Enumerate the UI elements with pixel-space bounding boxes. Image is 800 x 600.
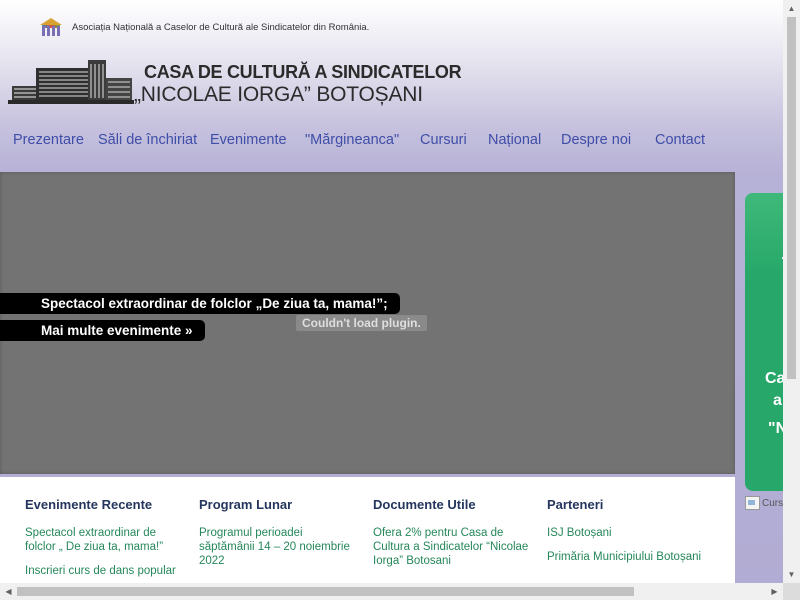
column-program-lunar: Program Lunar Programul perioadei săptăm… (199, 497, 359, 578)
association-bar: Asociația Națională a Caselor de Cultură… (40, 18, 369, 36)
scrollbar-corner (783, 583, 800, 600)
plugin-error-message: Couldn't load plugin. (296, 315, 427, 331)
hero-slideshow: Spectacol extraordinar de folclor „De zi… (0, 172, 735, 474)
horizontal-scrollbar[interactable]: ◀ ▶ (0, 583, 800, 600)
scroll-right-icon[interactable]: ▶ (766, 583, 783, 600)
scroll-down-icon[interactable]: ▼ (783, 566, 800, 583)
partner-link[interactable]: ISJ Botoșani (547, 526, 707, 540)
partner-link[interactable]: Primăria Municipiului Botoșani (547, 550, 707, 564)
column-heading: Program Lunar (199, 497, 293, 512)
broken-image-icon (745, 496, 760, 510)
institution-icon (40, 18, 62, 36)
vertical-scroll-thumb[interactable] (787, 17, 796, 379)
nav-item-contact[interactable]: Contact (655, 132, 705, 148)
recent-event-link[interactable]: Inscrieri curs de dans popular (25, 564, 185, 578)
building-logo-icon[interactable] (6, 56, 136, 108)
column-evenimente-recente: Evenimente Recente Spectacol extraordina… (25, 497, 185, 588)
main-nav: Prezentare Săli de închiriat Evenimente … (0, 132, 800, 154)
column-heading: Documente Utile (373, 497, 476, 512)
scroll-left-icon[interactable]: ◀ (0, 583, 17, 600)
program-link[interactable]: Programul perioadei săptămânii 14 – 20 n… (199, 526, 359, 568)
column-heading: Parteneri (547, 497, 604, 512)
nav-item-national[interactable]: Național (488, 132, 541, 148)
promo-line2: a (773, 392, 782, 409)
vertical-scrollbar[interactable]: ▲ ▼ (783, 0, 800, 583)
promo-image-alt-text: Curs (762, 497, 784, 509)
more-events-link[interactable]: Mai multe evenimente » (0, 320, 205, 341)
nav-item-sali[interactable]: Săli de închiriat (98, 132, 197, 148)
nav-item-despre[interactable]: Despre noi (561, 132, 631, 148)
nav-item-prezentare[interactable]: Prezentare (13, 132, 84, 148)
promo-image-broken[interactable]: Curs (745, 496, 783, 510)
nav-item-margineanca[interactable]: "Mărgineanca" (305, 132, 399, 148)
association-text[interactable]: Asociația Națională a Caselor de Cultură… (72, 22, 369, 33)
brand-title-line2[interactable]: „NICOLAE IORGA” BOTOȘANI (134, 83, 423, 107)
hero-event-link[interactable]: Spectacol extraordinar de folclor „De zi… (0, 293, 400, 314)
column-parteneri: Parteneri ISJ Botoșani Primăria Municipi… (547, 497, 707, 574)
nav-item-cursuri[interactable]: Cursuri (420, 132, 467, 148)
column-heading: Evenimente Recente (25, 497, 153, 512)
recent-event-link[interactable]: Spectacol extraordinar de folclor „ De z… (25, 526, 185, 554)
brand-title-line1[interactable]: CASA DE CULTURĂ A SINDICATELOR (144, 62, 462, 83)
nav-item-evenimente[interactable]: Evenimente (210, 132, 287, 148)
document-link[interactable]: Ofera 2% pentru Casa de Cultura a Sindic… (373, 526, 533, 568)
content-columns: Evenimente Recente Spectacol extraordina… (0, 477, 735, 583)
horizontal-scroll-thumb[interactable] (17, 587, 634, 596)
scroll-up-icon[interactable]: ▲ (783, 0, 800, 17)
column-documente-utile: Documente Utile Ofera 2% pentru Casa de … (373, 497, 533, 578)
